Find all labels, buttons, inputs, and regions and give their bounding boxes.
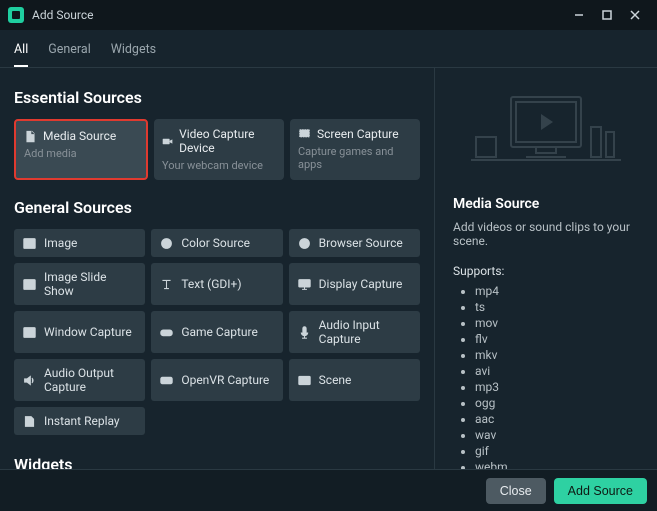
- source-label: Audio Input Capture: [319, 318, 411, 346]
- dialog-footer: Close Add Source: [0, 469, 657, 511]
- display-icon: [298, 278, 311, 291]
- source-label: Game Capture: [181, 325, 258, 339]
- window-icon: [23, 326, 36, 339]
- vr-icon: [160, 374, 173, 387]
- media-icon: [24, 130, 37, 143]
- source-list-panel: Essential Sources Media Source Add media…: [0, 68, 435, 469]
- source-browser-source[interactable]: Browser Source: [289, 229, 420, 257]
- support-format: mp4: [475, 284, 639, 298]
- image-icon: [23, 237, 36, 250]
- card-title: Screen Capture: [317, 127, 399, 141]
- source-color-source[interactable]: Color Source: [151, 229, 282, 257]
- screen-icon: [298, 128, 311, 141]
- support-format: webm: [475, 460, 639, 469]
- text-icon: [160, 278, 173, 291]
- close-window-button[interactable]: [621, 1, 649, 29]
- source-openvr-capture[interactable]: OpenVR Capture: [151, 359, 282, 401]
- source-label: Text (GDI+): [181, 277, 241, 291]
- scene-icon: [298, 374, 311, 387]
- card-screen-capture[interactable]: Screen Capture Capture games and apps: [290, 119, 420, 180]
- detail-panel: Media Source Add videos or sound clips t…: [435, 68, 657, 469]
- source-game-capture[interactable]: Game Capture: [151, 311, 282, 353]
- card-subtitle: Your webcam device: [162, 159, 276, 172]
- support-format: aac: [475, 412, 639, 426]
- window-title: Add Source: [32, 8, 565, 22]
- support-format: flv: [475, 332, 639, 346]
- maximize-button[interactable]: [593, 1, 621, 29]
- gamepad-icon: [160, 326, 173, 339]
- card-media-source[interactable]: Media Source Add media: [14, 119, 148, 180]
- support-format: ogg: [475, 396, 639, 410]
- source-label: Image Slide Show: [44, 270, 136, 298]
- support-format: ts: [475, 300, 639, 314]
- add-source-button[interactable]: Add Source: [554, 478, 647, 504]
- support-format: mov: [475, 316, 639, 330]
- widgets-heading: Widgets: [14, 455, 420, 469]
- close-button[interactable]: Close: [486, 478, 546, 504]
- card-title: Media Source: [43, 129, 116, 143]
- source-label: Image: [44, 236, 77, 250]
- support-format: mkv: [475, 348, 639, 362]
- image-icon: [23, 278, 36, 291]
- color-icon: [160, 237, 173, 250]
- source-instant-replay[interactable]: Instant Replay: [14, 407, 145, 435]
- source-scene[interactable]: Scene: [289, 359, 420, 401]
- source-text-gdi-[interactable]: Text (GDI+): [151, 263, 282, 305]
- titlebar: Add Source: [0, 0, 657, 30]
- tab-widgets[interactable]: Widgets: [111, 38, 156, 67]
- source-label: Scene: [319, 373, 352, 387]
- detail-illustration: [453, 82, 639, 182]
- tab-all[interactable]: All: [14, 38, 28, 67]
- replay-icon: [23, 415, 36, 428]
- mic-icon: [298, 326, 311, 339]
- detail-description: Add videos or sound clips to your scene.: [453, 220, 639, 248]
- detail-title: Media Source: [453, 196, 639, 212]
- source-audio-input-capture[interactable]: Audio Input Capture: [289, 311, 420, 353]
- source-window-capture[interactable]: Window Capture: [14, 311, 145, 353]
- card-video-capture[interactable]: Video Capture Device Your webcam device: [154, 119, 284, 180]
- card-subtitle: Capture games and apps: [298, 145, 412, 171]
- globe-icon: [298, 237, 311, 250]
- supports-list: mp4 ts mov flv mkv avi mp3 ogg aac wav gif webm: [453, 284, 639, 469]
- essential-heading: Essential Sources: [14, 88, 420, 107]
- speaker-icon: [23, 374, 36, 387]
- source-label: Browser Source: [319, 236, 403, 250]
- general-heading: General Sources: [14, 198, 420, 217]
- support-format: avi: [475, 364, 639, 378]
- source-image[interactable]: Image: [14, 229, 145, 257]
- card-title: Video Capture Device: [179, 127, 276, 155]
- source-label: Instant Replay: [44, 414, 120, 428]
- source-label: Audio Output Capture: [44, 366, 136, 394]
- minimize-button[interactable]: [565, 1, 593, 29]
- card-subtitle: Add media: [24, 147, 138, 160]
- app-logo-icon: [8, 7, 24, 23]
- source-label: Window Capture: [44, 325, 132, 339]
- source-label: Display Capture: [319, 277, 403, 291]
- source-image-slide-show[interactable]: Image Slide Show: [14, 263, 145, 305]
- supports-label: Supports:: [453, 264, 639, 278]
- source-label: OpenVR Capture: [181, 373, 269, 387]
- webcam-icon: [162, 135, 173, 148]
- support-format: wav: [475, 428, 639, 442]
- support-format: mp3: [475, 380, 639, 394]
- source-audio-output-capture[interactable]: Audio Output Capture: [14, 359, 145, 401]
- source-label: Color Source: [181, 236, 250, 250]
- source-type-tabs: All General Widgets: [0, 30, 657, 68]
- support-format: gif: [475, 444, 639, 458]
- source-display-capture[interactable]: Display Capture: [289, 263, 420, 305]
- tab-general[interactable]: General: [48, 38, 91, 67]
